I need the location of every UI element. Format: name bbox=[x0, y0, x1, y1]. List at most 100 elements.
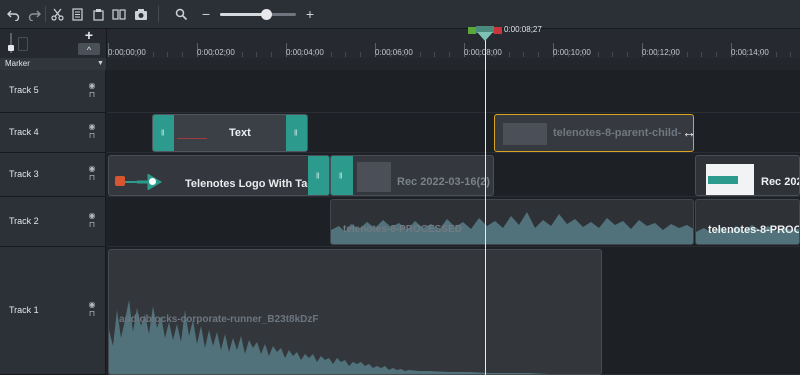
ruler-minor-tick bbox=[716, 52, 718, 57]
zoom-in-button[interactable]: + bbox=[301, 5, 319, 23]
ruler-minor-tick bbox=[300, 52, 302, 57]
ruler-tick-label: 0:00:02;00 bbox=[197, 48, 235, 57]
ruler-minor-tick bbox=[389, 52, 391, 57]
redo-icon[interactable] bbox=[25, 5, 43, 23]
processed-audio-clip-label: telenotes-8-PROCESSED bbox=[343, 224, 462, 235]
camera-icon[interactable] bbox=[132, 5, 150, 23]
ruler-minor-tick bbox=[434, 52, 436, 57]
ruler-minor-tick bbox=[567, 52, 569, 57]
rec-clip-1-label: Rec 2022-03-16(2) bbox=[397, 176, 490, 188]
ruler-minor-tick bbox=[345, 52, 347, 57]
add-track-button[interactable]: + bbox=[80, 27, 98, 43]
ruler-minor-tick bbox=[167, 52, 169, 57]
lock-icon[interactable]: ⊓ bbox=[89, 221, 95, 229]
ruler-tick-label: 0:00:14;00 bbox=[731, 48, 769, 57]
ruler-minor-tick bbox=[404, 52, 406, 57]
eye-icon[interactable]: ◉ bbox=[89, 165, 96, 173]
time-ruler[interactable]: 0:00:00;00 0:00:02;00 0:00:04;00 0:00:06;00… bbox=[107, 29, 800, 59]
ruler-minor-tick bbox=[508, 52, 510, 57]
eye-icon[interactable]: ◉ bbox=[89, 301, 96, 309]
toolbar-divider bbox=[45, 6, 46, 22]
ruler-minor-tick bbox=[701, 52, 703, 57]
zoom-slider[interactable] bbox=[220, 9, 296, 20]
ruler-tick-label: 0:00:12;00 bbox=[642, 48, 680, 57]
playhead-out-marker[interactable] bbox=[494, 27, 502, 34]
zoom-out-button[interactable]: − bbox=[197, 5, 215, 23]
ruler-tick-label: 0:00:00;00 bbox=[108, 48, 146, 57]
text-clip[interactable]: ‖ Text ‖ bbox=[152, 114, 308, 152]
processed-audio-clip[interactable]: telenotes-8-PROCESSED bbox=[330, 199, 694, 245]
waveform bbox=[109, 300, 601, 374]
ruler-minor-tick bbox=[745, 52, 747, 57]
ruler-minor-tick bbox=[582, 52, 584, 57]
track-header-4[interactable]: Track 4 ◉ ⊓ bbox=[0, 113, 106, 153]
marker-label: Marker bbox=[5, 59, 30, 68]
playhead-in-marker[interactable] bbox=[468, 27, 476, 34]
track-label: Track 2 bbox=[9, 216, 39, 226]
ruler-minor-tick bbox=[122, 52, 124, 57]
ruler-tick-label: 0:00:04;00 bbox=[286, 48, 324, 57]
collapse-button[interactable]: ^ bbox=[78, 43, 100, 55]
ruler-minor-tick bbox=[271, 52, 273, 57]
ruler-minor-tick bbox=[790, 52, 792, 57]
lock-icon[interactable]: ⊓ bbox=[89, 132, 95, 140]
track-header-1[interactable]: Track 1 ◉ ⊓ bbox=[0, 247, 106, 375]
track-header-3[interactable]: Track 3 ◉ ⊓ bbox=[0, 153, 106, 197]
logo-clip[interactable]: Telenotes Logo With Tagli ‖ bbox=[108, 155, 330, 196]
paste-icon[interactable] bbox=[89, 5, 107, 23]
eye-icon[interactable]: ◉ bbox=[89, 82, 96, 90]
ruler-minor-tick bbox=[523, 52, 525, 57]
magnet-icon[interactable] bbox=[18, 37, 28, 51]
ruler-minor-tick bbox=[152, 52, 154, 57]
ruler-minor-tick bbox=[671, 52, 673, 57]
zoom-slider-fill bbox=[220, 13, 266, 16]
split-icon[interactable] bbox=[110, 5, 128, 23]
parent-child-clip[interactable]: telenotes-8-parent-child- bbox=[494, 114, 694, 152]
ruler-minor-tick bbox=[315, 52, 317, 57]
track-lane-5[interactable] bbox=[107, 70, 800, 113]
zoom-slider-thumb[interactable] bbox=[260, 9, 272, 20]
rec-clip-2[interactable]: Rec 202 bbox=[695, 155, 800, 196]
eye-icon[interactable]: ◉ bbox=[89, 212, 96, 220]
undo-icon[interactable] bbox=[4, 5, 22, 23]
track-height-slider[interactable] bbox=[8, 33, 14, 53]
eye-icon[interactable]: ◉ bbox=[89, 123, 96, 131]
ruler-minor-tick bbox=[211, 52, 213, 57]
playhead-line[interactable] bbox=[485, 38, 486, 375]
search-icon[interactable] bbox=[172, 5, 190, 23]
ruler-minor-tick bbox=[627, 52, 629, 57]
processed-audio-clip-2[interactable]: telenotes-8-PROC bbox=[695, 199, 800, 245]
toolbar: − + bbox=[0, 0, 800, 29]
ruler-minor-tick bbox=[226, 52, 228, 57]
lock-icon[interactable]: ⊓ bbox=[89, 310, 95, 318]
ruler-minor-tick bbox=[360, 52, 362, 57]
playhead-handle[interactable] bbox=[476, 26, 494, 42]
processed-audio-clip-2-label: telenotes-8-PROC bbox=[708, 224, 800, 236]
playhead-time: 0:00:08;27 bbox=[504, 25, 542, 34]
copy-icon[interactable] bbox=[68, 5, 86, 23]
lock-icon[interactable]: ⊓ bbox=[89, 91, 95, 99]
ruler-minor-tick bbox=[449, 52, 451, 57]
timeline-header-controls: + ^ bbox=[0, 27, 107, 58]
ruler-minor-tick bbox=[760, 52, 762, 57]
track-header-5[interactable]: Track 5 ◉ ⊓ bbox=[0, 70, 106, 113]
lock-icon[interactable]: ⊓ bbox=[89, 174, 95, 182]
chevron-down-icon[interactable]: ▼ bbox=[97, 60, 104, 67]
ruler-minor-tick bbox=[775, 52, 777, 57]
parent-child-clip-label: telenotes-8-parent-child- bbox=[553, 127, 682, 139]
ruler-minor-tick bbox=[597, 52, 599, 57]
ruler-minor-tick bbox=[656, 52, 658, 57]
waveform bbox=[331, 212, 693, 244]
ruler-minor-tick bbox=[241, 52, 243, 57]
logo-clip-label: Telenotes Logo With Tagli bbox=[185, 178, 321, 190]
track-header-2[interactable]: Track 2 ◉ ⊓ bbox=[0, 197, 106, 247]
scissors-icon[interactable] bbox=[48, 5, 66, 23]
rec-clip-1[interactable]: ‖ Rec 2022-03-16(2) bbox=[330, 155, 494, 196]
ruler-tick-label: 0:00:06;00 bbox=[375, 48, 413, 57]
ruler-minor-tick bbox=[493, 52, 495, 57]
resize-cursor-icon: ↔ bbox=[682, 124, 696, 140]
audioblocks-clip[interactable]: audioblocks-corporate-runner_B23t8kDzF bbox=[108, 249, 602, 375]
track-label: Track 3 bbox=[9, 169, 39, 179]
track-label: Track 4 bbox=[9, 127, 39, 137]
track-label: Track 5 bbox=[9, 85, 39, 95]
